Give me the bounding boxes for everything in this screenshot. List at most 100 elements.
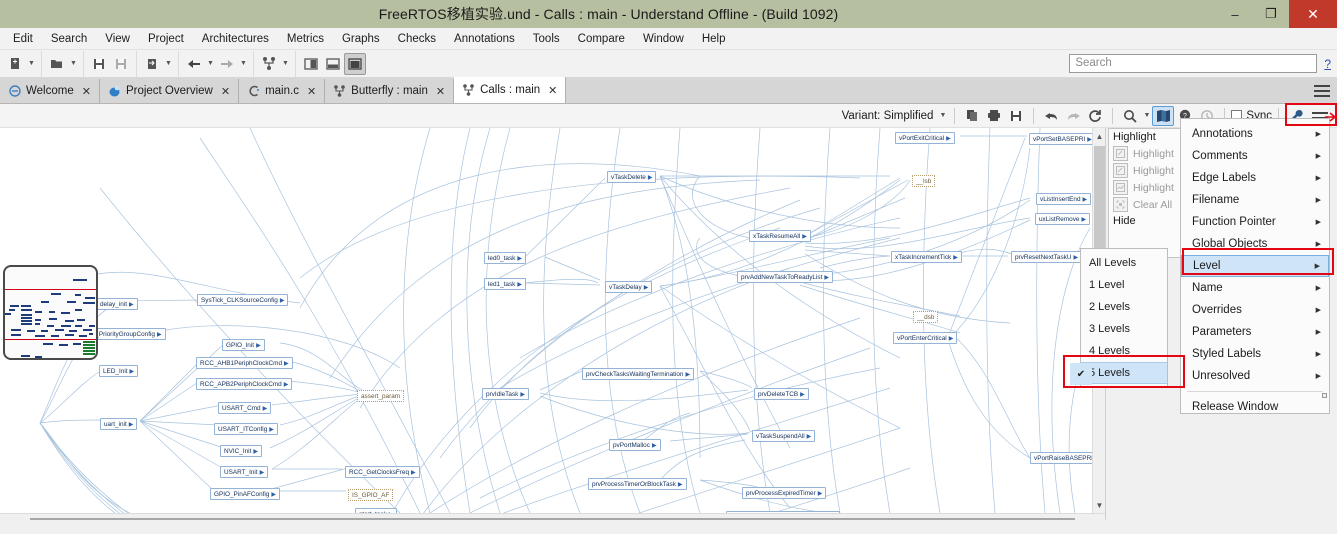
level-item-5[interactable]: ✔ 5 Levels [1070, 362, 1167, 385]
redo-icon[interactable] [1062, 106, 1084, 126]
graph-node[interactable]: NVIC_Init ▶ [220, 445, 262, 457]
undo-icon[interactable] [1040, 106, 1062, 126]
tab-welcome[interactable]: Welcome ✕ [0, 79, 100, 103]
graph-node-expand-icon[interactable]: ▶ [953, 255, 958, 261]
graph-node[interactable]: delay_init ▶ [96, 298, 138, 310]
graph-node-expand-icon[interactable]: ▶ [1083, 197, 1088, 203]
graph-overview-thumbnail[interactable] [3, 265, 98, 360]
call-graph-canvas[interactable]: main▶delay_init▶SysTick_CLKSourceConfig▶… [0, 128, 1105, 513]
graph-node[interactable]: prvCheckTasksWaitingTermination ▶ [582, 368, 695, 380]
tabbar-menu-icon[interactable] [1311, 79, 1337, 103]
graph-node[interactable]: vTaskSuspendAll ▶ [752, 430, 816, 442]
ctx-item-function-pointer[interactable]: Function Pointer ▶ [1181, 211, 1329, 233]
tab-main-c[interactable]: main.c ✕ [239, 79, 326, 103]
clear-all-row[interactable]: Clear All [1109, 196, 1185, 213]
highlight-row-2[interactable]: Highlight [1109, 162, 1185, 179]
ctx-item-overrides[interactable]: Overrides ▶ [1181, 299, 1329, 321]
graph-node[interactable]: uart_init ▶ [100, 418, 138, 430]
graph-node[interactable]: led0_task ▶ [484, 252, 526, 264]
level-item-2[interactable]: 2 Levels [1081, 296, 1167, 318]
graph-node-expand-icon[interactable]: ▶ [644, 285, 649, 291]
graph-node[interactable]: uxListRemove ▶ [1035, 213, 1091, 225]
menu-item-metrics[interactable]: Metrics [278, 31, 333, 47]
save-all-icon[interactable] [110, 53, 132, 75]
forward-icon[interactable] [216, 53, 238, 75]
graph-node-expand-icon[interactable]: ▶ [949, 336, 954, 342]
print-icon[interactable] [983, 106, 1005, 126]
highlight-row-1[interactable]: Highlight [1109, 145, 1185, 162]
graph-node-expand-icon[interactable]: ▶ [284, 361, 289, 367]
graph-node-expand-icon[interactable]: ▶ [269, 427, 274, 433]
tab-calls-main[interactable]: Calls : main ✕ [454, 77, 567, 103]
ctx-item-comments[interactable]: Comments ▶ [1181, 145, 1329, 167]
save-icon[interactable] [1005, 106, 1027, 126]
ctx-item-edge-labels[interactable]: Edge Labels ▶ [1181, 167, 1329, 189]
graph-node[interactable]: USART_ITConfig ▶ [214, 423, 278, 435]
graph-node[interactable]: LED_Init ▶ [99, 365, 139, 377]
back-dropdown-icon[interactable]: ▼ [205, 53, 216, 75]
variant-label[interactable]: Variant: Simplified [842, 110, 934, 122]
zoom-dropdown-icon[interactable]: ▼ [1141, 105, 1152, 127]
graph-node[interactable]: RCC_AHB1PeriphClockCmd ▶ [196, 357, 293, 369]
graph-node-expand-icon[interactable]: ▶ [271, 492, 276, 498]
graph-node[interactable]: GPIO_Init ▶ [222, 339, 265, 351]
graph-node[interactable]: USART_Cmd ▶ [218, 402, 272, 414]
graph-node[interactable]: vTaskDelay ▶ [605, 281, 653, 293]
graph-node[interactable]: led1_task ▶ [484, 278, 526, 290]
menu-item-help[interactable]: Help [693, 31, 735, 47]
graph-node-expand-icon[interactable]: ▶ [253, 449, 258, 455]
tab-calls-main-close-icon[interactable]: ✕ [548, 84, 557, 97]
graph-node[interactable]: IS_GPIO_AF [348, 489, 394, 501]
menu-item-architectures[interactable]: Architectures [193, 31, 278, 47]
graph-node-expand-icon[interactable]: ▶ [1082, 217, 1087, 223]
graph-node[interactable]: assert_param [357, 390, 405, 402]
graph-node[interactable]: prvProcessTimerOrBlockTask ▶ [588, 478, 687, 490]
ctx-item-filename[interactable]: Filename ▶ [1181, 189, 1329, 211]
menu-item-annotations[interactable]: Annotations [445, 31, 524, 47]
graph-node[interactable]: RCC_GetClocksFreq ▶ [345, 466, 420, 478]
graph-node-expand-icon[interactable]: ▶ [256, 343, 261, 349]
graph-node[interactable]: vTaskDelete ▶ [607, 171, 657, 183]
restore-button[interactable]: ❐ [1253, 0, 1289, 28]
level-item-4[interactable]: 4 Levels [1081, 340, 1167, 362]
graph-node-expand-icon[interactable]: ▶ [800, 392, 805, 398]
menu-item-graphs[interactable]: Graphs [333, 31, 389, 47]
graph-node-expand-icon[interactable]: ▶ [517, 282, 522, 288]
layout-rows-icon[interactable] [322, 53, 344, 75]
graph-node-expand-icon[interactable]: ▶ [517, 256, 522, 262]
graph-node-expand-icon[interactable]: ▶ [824, 275, 829, 281]
tab-project-overview-close-icon[interactable]: ✕ [221, 85, 230, 98]
graph-node[interactable]: GPIO_PinAFConfig ▶ [210, 488, 281, 500]
graph-node-expand-icon[interactable]: ▶ [130, 369, 135, 375]
forward-dropdown-icon[interactable]: ▼ [238, 53, 249, 75]
refresh-icon[interactable] [1084, 106, 1106, 126]
graph-node-expand-icon[interactable]: ▶ [129, 422, 134, 428]
variant-dropdown-icon[interactable]: ▼ [937, 105, 948, 127]
graph-dropdown-icon[interactable]: ▼ [280, 53, 291, 75]
menu-item-search[interactable]: Search [42, 31, 96, 47]
ctx-item-unresolved[interactable]: Unresolved ▶ [1181, 365, 1329, 387]
graph-node-expand-icon[interactable]: ▶ [652, 443, 657, 449]
menu-item-view[interactable]: View [96, 31, 139, 47]
level-item-1[interactable]: 1 Level [1081, 274, 1167, 296]
map-icon[interactable] [1152, 105, 1175, 126]
graph-node[interactable]: vPortExitCritical ▶ [895, 132, 955, 144]
graph-node-expand-icon[interactable]: ▶ [280, 298, 285, 304]
new-project-icon[interactable] [4, 53, 26, 75]
highlight-row-3[interactable]: Highlight [1109, 179, 1185, 196]
tab-welcome-close-icon[interactable]: ✕ [82, 85, 91, 98]
ctx-item-global-objects[interactable]: Global Objects ▶ [1181, 233, 1329, 255]
graph-node-expand-icon[interactable]: ▶ [678, 482, 683, 488]
tab-butterfly-main[interactable]: Butterfly : main ✕ [325, 79, 455, 103]
back-icon[interactable] [183, 53, 205, 75]
compare-dropdown-icon[interactable]: ▼ [163, 53, 174, 75]
graph-node[interactable]: USART_Init ▶ [220, 466, 269, 478]
graph-node-expand-icon[interactable]: ▶ [946, 136, 951, 142]
ctx-item-name[interactable]: Name ▶ [1181, 277, 1329, 299]
tab-project-overview[interactable]: Project Overview ✕ [99, 79, 240, 103]
graph-node[interactable]: SysTick_CLKSourceConfig ▶ [197, 294, 289, 306]
graph-icon[interactable] [258, 53, 280, 75]
close-button[interactable]: ✕ [1289, 0, 1337, 28]
graph-node[interactable]: pvPortMalloc ▶ [609, 439, 661, 451]
zoom-icon[interactable] [1119, 106, 1141, 126]
